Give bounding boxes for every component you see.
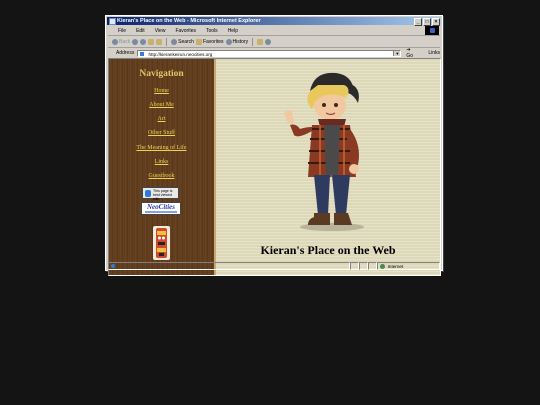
search-icon bbox=[171, 38, 178, 45]
favorites-button[interactable]: Favorites bbox=[195, 38, 224, 45]
address-dropdown-icon[interactable]: ▼ bbox=[393, 50, 401, 56]
mail-icon bbox=[257, 38, 264, 45]
back-button[interactable]: Back bbox=[112, 38, 130, 45]
page-icon bbox=[140, 51, 145, 56]
address-label: Address bbox=[116, 50, 135, 56]
ie-throbber-icon bbox=[425, 26, 439, 35]
nav-link-guestbook[interactable]: Guestbook bbox=[109, 173, 214, 179]
menu-view[interactable]: View bbox=[149, 28, 170, 34]
status-bar: Internet bbox=[108, 262, 440, 270]
window-title: Kieran's Place on the Web - Microsoft In… bbox=[117, 18, 261, 24]
toolbar: Back Search Favorites History bbox=[108, 36, 440, 48]
back-arrow-icon bbox=[112, 38, 118, 45]
nav-link-home[interactable]: Home bbox=[109, 88, 214, 94]
best-viewed-with-badge[interactable]: This page is best viewed with bbox=[142, 187, 179, 201]
main-area: Kieran's Place on the Web bbox=[216, 59, 440, 275]
stop-icon bbox=[140, 38, 147, 45]
page-heading: Kieran's Place on the Web bbox=[260, 243, 396, 257]
search-button[interactable]: Search bbox=[171, 38, 194, 45]
menu-edit[interactable]: Edit bbox=[130, 28, 149, 34]
page-content: Navigation Home About Me Art Other Stuff… bbox=[108, 58, 441, 276]
menu-help[interactable]: Help bbox=[222, 28, 242, 34]
browser-window: Kieran's Place on the Web - Microsoft In… bbox=[105, 15, 443, 276]
history-icon bbox=[225, 38, 232, 45]
security-zone-panel: Internet bbox=[376, 262, 440, 270]
status-panel bbox=[358, 262, 368, 270]
title-bar[interactable]: Kieran's Place on the Web - Microsoft In… bbox=[107, 17, 441, 26]
ie-page-icon bbox=[109, 18, 116, 25]
status-text-panel bbox=[108, 262, 350, 270]
address-url: http://kierankeirun.neocities.org bbox=[148, 51, 213, 57]
stop-button[interactable] bbox=[140, 38, 147, 45]
toolbar-separator bbox=[252, 37, 254, 46]
nav-link-art[interactable]: Art bbox=[109, 116, 214, 122]
neocities-badge[interactable]: NeoCities bbox=[141, 202, 181, 215]
done-page-icon bbox=[111, 264, 115, 268]
print-icon bbox=[265, 38, 272, 45]
refresh-button[interactable] bbox=[148, 38, 155, 45]
status-panel bbox=[367, 262, 377, 270]
refresh-icon bbox=[148, 38, 155, 45]
minimize-button[interactable]: _ bbox=[414, 18, 422, 26]
nav-link-other-stuff[interactable]: Other Stuff bbox=[109, 130, 214, 136]
navigation-title: Navigation bbox=[139, 69, 184, 79]
forward-button[interactable] bbox=[132, 38, 139, 45]
menu-tools[interactable]: Tools bbox=[200, 28, 222, 34]
internet-globe-icon bbox=[379, 264, 385, 269]
history-button[interactable]: History bbox=[225, 38, 248, 45]
kieran-character-image bbox=[284, 72, 364, 231]
menu-favorites[interactable]: Favorites bbox=[169, 28, 200, 34]
mail-button[interactable] bbox=[257, 38, 264, 45]
totem-figure-image bbox=[153, 226, 170, 260]
status-panel bbox=[349, 262, 359, 270]
address-bar: Address http://kierankeirun.neocities.or… bbox=[108, 47, 440, 59]
navigation-sidebar: Navigation Home About Me Art Other Stuff… bbox=[109, 59, 216, 275]
ie-logo-icon bbox=[145, 190, 151, 197]
links-button[interactable]: Links bbox=[428, 50, 440, 56]
home-icon bbox=[156, 38, 163, 45]
nav-link-about-me[interactable]: About Me bbox=[109, 102, 214, 108]
forward-arrow-icon bbox=[132, 38, 139, 45]
home-button[interactable] bbox=[156, 38, 163, 45]
favorites-icon bbox=[195, 38, 202, 45]
menu-file[interactable]: File bbox=[108, 28, 130, 34]
neocities-badge-stripe bbox=[145, 211, 177, 213]
close-button[interactable]: × bbox=[432, 18, 440, 26]
address-input[interactable]: http://kierankeirun.neocities.org ▼ bbox=[137, 49, 402, 57]
nav-link-meaning-of-life[interactable]: The Meaning of Life bbox=[109, 145, 214, 151]
print-button[interactable] bbox=[265, 38, 272, 45]
maximize-button[interactable]: □ bbox=[423, 18, 431, 26]
toolbar-separator bbox=[166, 37, 168, 46]
menu-bar: File Edit View Favorites Tools Help bbox=[108, 26, 440, 36]
nav-link-links[interactable]: Links bbox=[109, 159, 214, 165]
